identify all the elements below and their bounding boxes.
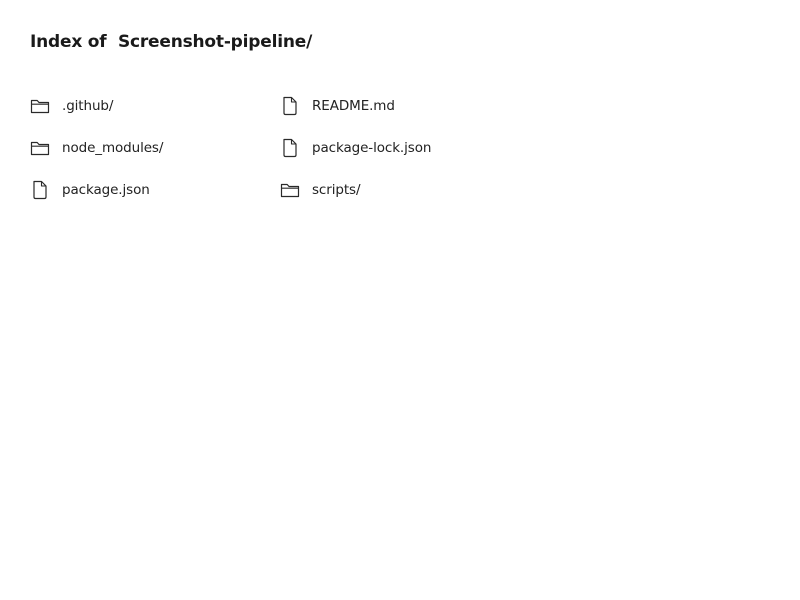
- entry-label: README.md: [312, 98, 395, 114]
- entry-label: .github/: [62, 98, 114, 114]
- folder-icon: [280, 180, 300, 200]
- entry-scripts-folder[interactable]: scripts/: [280, 179, 530, 221]
- title-path: Screenshot-pipeline/: [117, 32, 313, 52]
- directory-index-page: Index of Screenshot-pipeline/ .github/ R…: [0, 0, 800, 600]
- entry-label: scripts/: [312, 182, 361, 198]
- title-prefix: Index of: [30, 32, 113, 52]
- file-icon: [280, 96, 300, 116]
- page-title: Index of Screenshot-pipeline/: [30, 32, 312, 52]
- entry-package-json-file[interactable]: package.json: [30, 179, 280, 221]
- entry-label: package.json: [62, 182, 150, 198]
- entry-label: node_modules/: [62, 140, 164, 156]
- file-icon: [30, 180, 50, 200]
- file-listing: .github/ README.md node_modules/ package…: [30, 95, 530, 221]
- entry-label: package-lock.json: [312, 140, 432, 156]
- entry-package-lock-file[interactable]: package-lock.json: [280, 137, 530, 179]
- file-icon: [280, 138, 300, 158]
- entry-readme-file[interactable]: README.md: [280, 95, 530, 137]
- folder-icon: [30, 96, 50, 116]
- entry-node-modules-folder[interactable]: node_modules/: [30, 137, 280, 179]
- entry-github-folder[interactable]: .github/: [30, 95, 280, 137]
- folder-icon: [30, 138, 50, 158]
